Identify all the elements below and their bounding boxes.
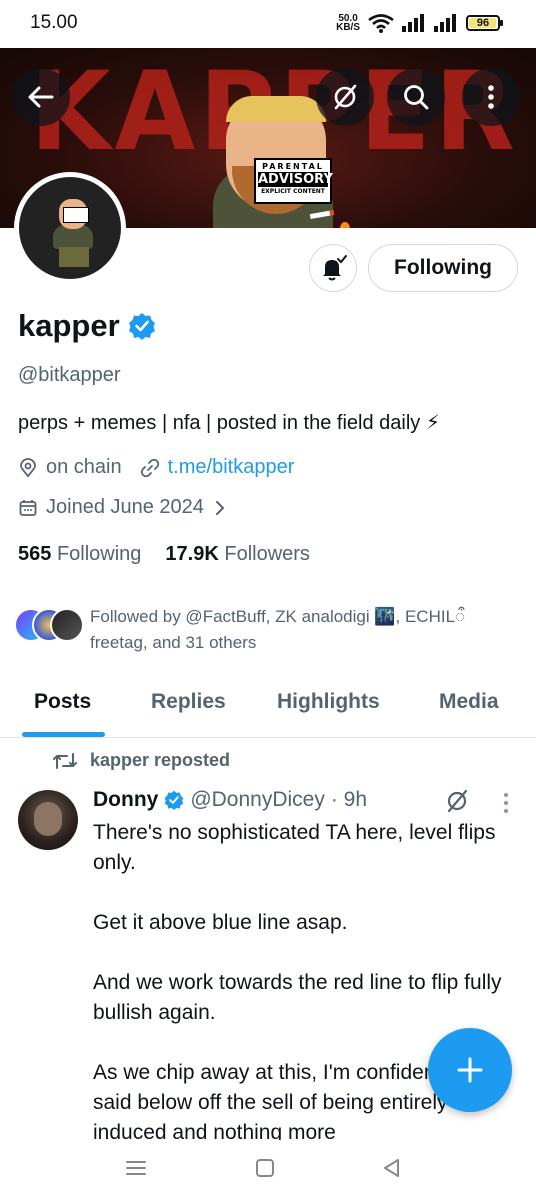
following-count-link[interactable]: 565 Following: [18, 543, 141, 566]
compose-button[interactable]: [428, 1028, 512, 1112]
search-icon: [404, 85, 429, 110]
joined-text: Joined June 2024: [46, 496, 204, 518]
notifications-button[interactable]: [309, 244, 357, 292]
follower-avatar: [50, 608, 84, 642]
display-name: kapper: [18, 308, 120, 343]
follow-counts: 565 Following 17.9K Followers: [18, 543, 310, 566]
recent-apps-icon[interactable]: [124, 1156, 148, 1180]
joined-row[interactable]: Joined June 2024: [18, 496, 228, 519]
post-body[interactable]: There's no sophisticated TA here, level …: [93, 818, 513, 1178]
tab-media[interactable]: Media: [439, 690, 499, 714]
back-arrow-icon: [28, 86, 54, 108]
tab-posts[interactable]: Posts: [34, 690, 91, 714]
post-timestamp[interactable]: · 9h: [331, 788, 367, 812]
tab-replies[interactable]: Replies: [151, 690, 226, 714]
link-icon: [140, 458, 159, 477]
tab-highlights[interactable]: Highlights: [277, 690, 380, 714]
followed-by-avatars: [14, 604, 84, 644]
repost-label[interactable]: kapper reposted: [90, 750, 230, 771]
active-tab-indicator: [22, 732, 105, 737]
profile-avatar[interactable]: [14, 172, 126, 284]
chevron-right-icon: [215, 500, 225, 515]
post-author-handle[interactable]: @DonnyDicey: [190, 788, 325, 812]
link-item[interactable]: t.me/bitkapper: [140, 456, 295, 479]
back-button[interactable]: [12, 68, 70, 126]
banner-flame: [340, 222, 350, 228]
display-name-row: kapper: [18, 308, 156, 344]
parental-advisory-label: PARENTAL ADVISORY EXPLICIT CONTENT: [254, 158, 333, 204]
location-item: on chain: [18, 456, 122, 479]
battery-indicator: 96: [466, 15, 503, 31]
post-author-name[interactable]: Donny: [93, 788, 158, 812]
followed-by-text: Followed by @FactBuff, ZK analodigi 🌃, E…: [90, 607, 466, 652]
repost-icon: [53, 752, 77, 769]
banner-character-hair: [226, 96, 326, 122]
post-author-avatar[interactable]: [18, 790, 78, 850]
repost-indicator: kapper reposted: [52, 750, 230, 771]
signal-icon: [402, 14, 424, 32]
grok-icon[interactable]: [442, 786, 472, 816]
profile-bio: perps + memes | nfa | posted in the fiel…: [18, 412, 440, 434]
followed-by[interactable]: Followed by @FactBuff, ZK analodigi 🌃, E…: [14, 604, 524, 656]
verified-badge-icon[interactable]: [128, 312, 156, 340]
profile-meta: on chain t.me/bitkapper: [18, 456, 312, 479]
status-bar: 15.00 50.0 KB/S 96: [0, 0, 536, 48]
signal-icon: [434, 14, 456, 32]
bell-check-icon: [323, 255, 347, 281]
status-time: 15.00: [30, 12, 78, 33]
post-paragraph: There's no sophisticated TA here, level …: [93, 821, 496, 874]
grok-icon: [334, 84, 357, 110]
post-paragraph: And we work towards the red line to flip…: [93, 971, 502, 1024]
followers-count-link[interactable]: 17.9K Followers: [165, 543, 310, 566]
wifi-icon: [368, 14, 394, 33]
home-icon[interactable]: [253, 1156, 277, 1180]
plus-icon: [457, 1057, 483, 1083]
search-button[interactable]: [387, 68, 445, 126]
status-indicators: 50.0 KB/S 96: [336, 10, 503, 36]
more-vertical-icon: [488, 85, 494, 109]
system-nav-bar: [0, 1140, 536, 1200]
location-text: on chain: [46, 456, 122, 478]
calendar-icon: [19, 499, 37, 516]
profile-link[interactable]: t.me/bitkapper: [168, 456, 295, 479]
grok-button[interactable]: [316, 68, 374, 126]
post-header: Donny @DonnyDicey · 9h: [93, 788, 367, 812]
verified-badge-icon: [165, 790, 184, 810]
location-pin-icon: [20, 457, 36, 477]
back-icon[interactable]: [380, 1156, 404, 1180]
more-options-button[interactable]: [462, 68, 520, 126]
profile-handle: @bitkapper: [18, 364, 121, 386]
profile-tabs: Posts Replies Highlights Media: [0, 670, 536, 738]
network-speed: 50.0 KB/S: [336, 13, 360, 33]
following-button[interactable]: Following: [368, 244, 518, 292]
post-paragraph: Get it above blue line asap.: [93, 911, 348, 934]
post-more-icon[interactable]: [496, 790, 516, 816]
